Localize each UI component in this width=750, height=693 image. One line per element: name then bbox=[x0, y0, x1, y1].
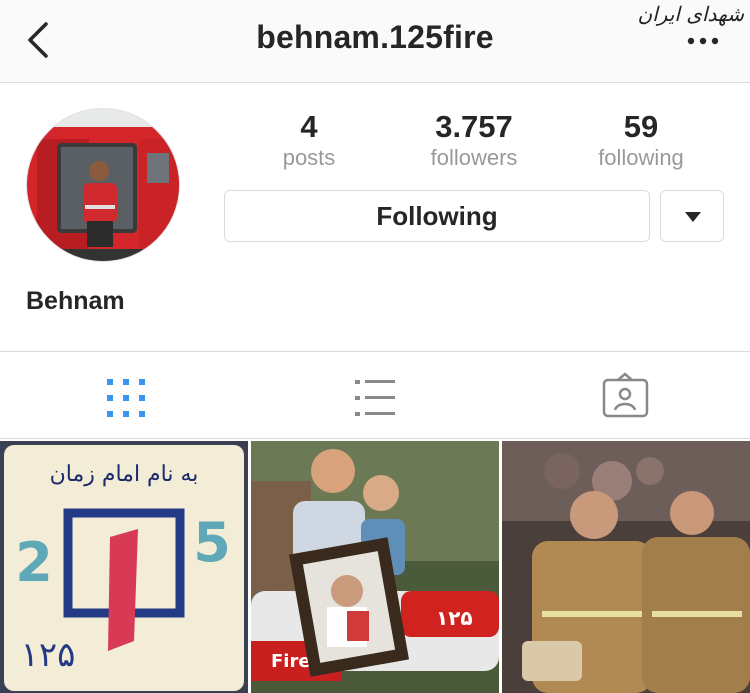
following-count[interactable]: 59 following bbox=[556, 108, 726, 170]
watermark: شهدای ایران bbox=[637, 2, 744, 26]
following-count-value: 59 bbox=[623, 109, 659, 144]
tab-list[interactable] bbox=[345, 368, 405, 428]
list-icon bbox=[355, 380, 395, 416]
tabs-divider bbox=[0, 438, 750, 439]
tab-grid[interactable] bbox=[96, 368, 156, 428]
firefighters-photo bbox=[502, 441, 750, 693]
cake-bottom-text: ۱۲۵ bbox=[21, 635, 76, 675]
caret-down-icon bbox=[685, 212, 701, 222]
avatar-photo bbox=[27, 109, 179, 261]
top-nav-bar: behnam.125fire شهدای ایران bbox=[0, 0, 750, 83]
posts-count[interactable]: 4 posts bbox=[224, 108, 394, 170]
grid-icon bbox=[107, 379, 145, 417]
suggestions-dropdown-button[interactable] bbox=[660, 190, 724, 242]
motorcycle-plate-text: ۱۲۵ bbox=[436, 606, 473, 630]
more-dots-icon bbox=[687, 37, 719, 45]
followers-count-value: 3.757 bbox=[435, 109, 513, 144]
children-motorcycle-photo: ۱۲۵ Fire bbox=[251, 441, 499, 693]
posts-count-value: 4 bbox=[300, 109, 318, 144]
post-thumbnail-3[interactable] bbox=[502, 441, 750, 693]
cake-top-text: به نام امام زمان bbox=[50, 462, 199, 487]
motorcycle-fire-text: Fire bbox=[271, 651, 311, 672]
profile-avatar[interactable] bbox=[26, 108, 180, 262]
following-count-label: following bbox=[598, 145, 684, 170]
cake-number-left: 2 bbox=[15, 531, 53, 594]
followers-count-label: followers bbox=[430, 145, 518, 170]
posts-count-label: posts bbox=[282, 145, 336, 170]
cake-photo: به نام امام زمان 2 5 ۱۲۵ bbox=[0, 441, 248, 693]
more-options-button[interactable] bbox=[686, 34, 720, 46]
profile-stats: 4 posts 3.757 followers 59 following bbox=[224, 108, 724, 172]
followers-count[interactable]: 3.757 followers bbox=[389, 108, 559, 170]
section-divider bbox=[0, 351, 750, 352]
post-thumbnail-1[interactable]: به نام امام زمان 2 5 ۱۲۵ bbox=[0, 441, 248, 693]
profile-name: Behnam bbox=[26, 287, 125, 315]
cake-number-right: 5 bbox=[193, 511, 231, 574]
following-button[interactable]: Following bbox=[224, 190, 650, 242]
tagged-person-icon bbox=[602, 372, 649, 418]
post-thumbnail-2[interactable]: ۱۲۵ Fire bbox=[251, 441, 499, 693]
tab-tagged[interactable] bbox=[596, 368, 656, 428]
